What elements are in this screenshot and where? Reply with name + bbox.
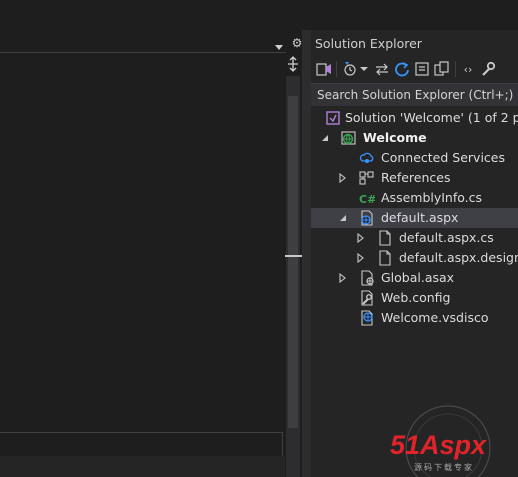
document-icon bbox=[377, 230, 393, 246]
properties-wrench-icon[interactable] bbox=[479, 59, 497, 79]
split-window-icon[interactable] bbox=[286, 54, 300, 74]
web-config-icon bbox=[359, 290, 375, 306]
tree-item-label: AssemblyInfo.cs bbox=[381, 190, 483, 205]
tree-item[interactable]: default.aspx.cs bbox=[311, 228, 518, 248]
collapsed-arrow-icon[interactable] bbox=[336, 168, 350, 188]
tree-item[interactable]: C# AssemblyInfo.cs bbox=[311, 188, 518, 208]
web-project-icon bbox=[341, 130, 357, 146]
sync-icon[interactable] bbox=[373, 59, 391, 79]
tree-item-label: References bbox=[381, 170, 451, 185]
solution-explorer-toolbar: ‹› bbox=[311, 57, 518, 83]
watermark-text: 51Aspx bbox=[390, 430, 487, 460]
tree-item-label: Welcome bbox=[363, 130, 427, 145]
pane-splitter[interactable] bbox=[302, 30, 311, 477]
connected-services-icon bbox=[359, 150, 375, 166]
tree-item-label: default.aspx.cs bbox=[399, 230, 494, 245]
site-watermark-logo: 51Aspx 源码下载专家 bbox=[386, 400, 518, 477]
collapsed-arrow-icon[interactable] bbox=[354, 228, 368, 248]
history-icon[interactable] bbox=[341, 59, 359, 79]
collapsed-arrow-icon[interactable] bbox=[354, 248, 368, 268]
tree-item-label: Welcome.vsdisco bbox=[381, 310, 489, 325]
expanded-arrow-icon[interactable] bbox=[318, 128, 332, 148]
tree-item-label: Web.config bbox=[381, 290, 451, 305]
scrollbar-thumb[interactable] bbox=[288, 96, 298, 428]
status-area bbox=[0, 456, 285, 477]
show-all-files-icon[interactable] bbox=[433, 59, 451, 79]
editor-pane[interactable] bbox=[0, 54, 285, 477]
tree-item-label: Solution 'Welcome' (1 of 2 projects) bbox=[345, 110, 518, 125]
horizontal-scrollbar[interactable] bbox=[0, 432, 283, 458]
tree-item[interactable]: Connected Services bbox=[311, 148, 518, 168]
solution-icon bbox=[325, 110, 341, 126]
svg-text:C#: C# bbox=[359, 193, 375, 206]
watermark-subtitle: 源码下载专家 bbox=[414, 463, 474, 472]
tree-item[interactable]: default.aspx.designer.cs bbox=[311, 248, 518, 268]
document-icon bbox=[377, 250, 393, 266]
collapse-all-icon[interactable] bbox=[413, 59, 431, 79]
tree-item[interactable]: Global.asax bbox=[311, 268, 518, 288]
collapsed-arrow-icon[interactable] bbox=[336, 268, 350, 288]
tree-item[interactable]: References bbox=[311, 168, 518, 188]
editor-tab-strip bbox=[0, 33, 309, 53]
tree-item[interactable]: Web.config bbox=[311, 288, 518, 308]
scrollbar-caret-marker bbox=[285, 255, 303, 257]
tree-item-label: default.aspx.designer.cs bbox=[399, 250, 518, 265]
refresh-icon[interactable] bbox=[393, 59, 411, 79]
code-view-icon[interactable]: ‹› bbox=[459, 59, 477, 79]
tree-item[interactable]: default.aspx bbox=[311, 208, 518, 228]
csharp-file-icon: C# bbox=[359, 190, 376, 206]
vsdisco-icon bbox=[359, 310, 375, 326]
tree-item[interactable]: Solution 'Welcome' (1 of 2 projects) bbox=[311, 108, 518, 128]
tree-item[interactable]: Welcome bbox=[311, 128, 518, 148]
dropdown-arrow-icon[interactable] bbox=[274, 40, 284, 50]
tree-item-label: default.aspx bbox=[381, 210, 459, 225]
references-icon bbox=[359, 170, 375, 186]
aspx-file-icon bbox=[359, 210, 375, 226]
solution-explorer-search[interactable] bbox=[311, 83, 518, 106]
vs-switch-views-icon[interactable] bbox=[315, 59, 333, 79]
panel-title: Solution Explorer bbox=[315, 36, 422, 51]
dropdown-arrow-icon[interactable] bbox=[359, 59, 369, 79]
search-input[interactable] bbox=[311, 84, 518, 106]
expanded-arrow-icon[interactable] bbox=[336, 208, 350, 228]
tree-item-label: Connected Services bbox=[381, 150, 505, 165]
tree-item[interactable]: Welcome.vsdisco bbox=[311, 308, 518, 328]
tree-item-label: Global.asax bbox=[381, 270, 455, 285]
global-asax-icon bbox=[359, 270, 375, 286]
